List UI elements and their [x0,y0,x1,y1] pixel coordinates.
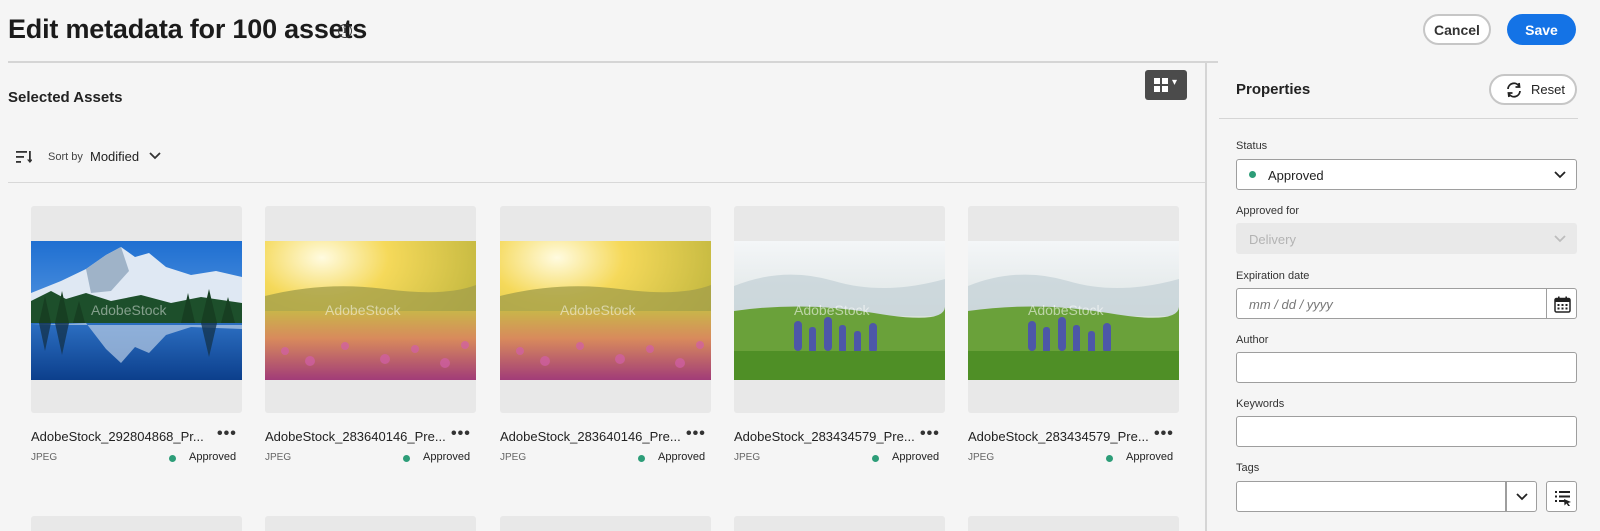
svg-text:AdobeStock: AdobeStock [1028,302,1104,318]
asset-card[interactable] [265,516,476,531]
status-dot [1249,171,1256,178]
refresh-icon [1507,82,1521,98]
reset-button[interactable]: Reset [1489,74,1577,105]
status-dot [1106,455,1113,462]
chevron-down-icon[interactable] [148,151,162,161]
browse-tags-button[interactable] [1546,481,1577,512]
tags-label: Tags [1236,462,1260,474]
sort-by-label: Sort by [48,151,83,163]
asset-name[interactable]: AdobeStock_283434579_Pre... [968,429,1149,444]
reset-label: Reset [1531,82,1565,97]
status-dot [169,455,176,462]
asset-thumbnail-image: AdobeStock [265,241,476,380]
asset-card[interactable] [31,516,242,531]
panel-header-divider [1219,118,1578,119]
svg-text:AdobeStock: AdobeStock [91,302,167,318]
more-actions-icon[interactable]: ••• [686,425,706,443]
asset-file-type: JPEG [734,452,761,463]
approved-for-label: Approved for [1236,205,1299,217]
chevron-down-icon [1516,493,1528,501]
info-icon[interactable]: i [338,24,352,38]
asset-thumbnail-frame[interactable]: AdobeStock [500,206,711,413]
expiration-date-label: Expiration date [1236,270,1310,282]
grid-view-icon [1154,78,1169,93]
svg-text:AdobeStock: AdobeStock [560,302,636,318]
asset-card[interactable] [500,516,711,531]
asset-thumbnail-frame[interactable]: AdobeStock [31,206,242,413]
chevron-down-icon [1554,171,1566,179]
sort-divider [8,182,1205,183]
chevron-down-icon: ▾ [1172,77,1178,88]
section-title: Selected Assets [8,89,123,106]
expiration-date-placeholder: mm / dd / yyyy [1249,297,1333,312]
sort-by-value[interactable]: Modified [90,149,139,164]
asset-card[interactable] [968,516,1179,531]
more-actions-icon[interactable]: ••• [920,425,940,443]
asset-status: Approved [1126,451,1174,463]
more-actions-icon[interactable]: ••• [1154,425,1174,443]
asset-status: Approved [892,451,940,463]
more-actions-icon[interactable]: ••• [217,425,237,443]
svg-text:AdobeStock: AdobeStock [325,302,401,318]
asset-thumbnail-image: AdobeStock [500,241,711,380]
author-label: Author [1236,334,1269,346]
status-value: Approved [1268,168,1324,183]
asset-file-type: JPEG [500,452,527,463]
tag-list-icon [1555,491,1571,506]
tags-dropdown-button[interactable] [1506,481,1537,512]
panel-divider [1205,62,1207,531]
asset-name[interactable]: AdobeStock_283640146_Pre... [500,429,681,444]
cancel-button[interactable]: Cancel [1423,14,1491,45]
asset-name[interactable]: AdobeStock_283434579_Pre... [734,429,915,444]
approved-for-value: Delivery [1249,232,1296,247]
expiration-date-field[interactable]: mm / dd / yyyy [1236,288,1547,319]
calendar-icon [1554,296,1571,313]
author-field[interactable] [1236,352,1577,383]
asset-thumbnail-frame[interactable]: AdobeStock [734,206,945,413]
page-header: Edit metadata for 100 assets i Cancel Sa… [0,0,1600,62]
asset-status: Approved [189,451,237,463]
asset-status: Approved [423,451,471,463]
status-dot [638,455,645,462]
asset-thumbnail-frame[interactable]: AdobeStock [968,206,1179,413]
keywords-field[interactable] [1236,416,1577,447]
asset-file-type: JPEG [31,452,58,463]
asset-name[interactable]: AdobeStock_283640146_Pre... [265,429,446,444]
keywords-label: Keywords [1236,398,1285,410]
status-select[interactable]: Approved [1236,159,1577,190]
status-dot [872,455,879,462]
asset-file-type: JPEG [265,452,292,463]
panel-title: Properties [1236,81,1311,98]
asset-status: Approved [658,451,706,463]
asset-thumbnail-frame[interactable]: AdobeStock [265,206,476,413]
approved-for-select: Delivery [1236,223,1577,254]
page-title: Edit metadata for 100 assets [8,14,368,44]
view-switcher-button[interactable]: ▾ [1145,70,1187,100]
save-button[interactable]: Save [1507,14,1576,45]
svg-text:AdobeStock: AdobeStock [794,302,870,318]
status-dot [403,455,410,462]
status-label: Status [1236,140,1268,152]
asset-thumbnail-image: AdobeStock [734,241,945,380]
asset-thumbnail-image: AdobeStock [31,241,242,380]
chevron-down-icon [1554,235,1566,243]
more-actions-icon[interactable]: ••• [451,425,471,443]
calendar-button[interactable] [1546,288,1577,319]
asset-file-type: JPEG [968,452,995,463]
asset-thumbnail-image: AdobeStock [968,241,1179,380]
asset-card[interactable] [734,516,945,531]
tags-field[interactable] [1236,481,1506,512]
sort-icon[interactable] [16,151,32,163]
asset-name[interactable]: AdobeStock_292804868_Pr... [31,429,204,444]
